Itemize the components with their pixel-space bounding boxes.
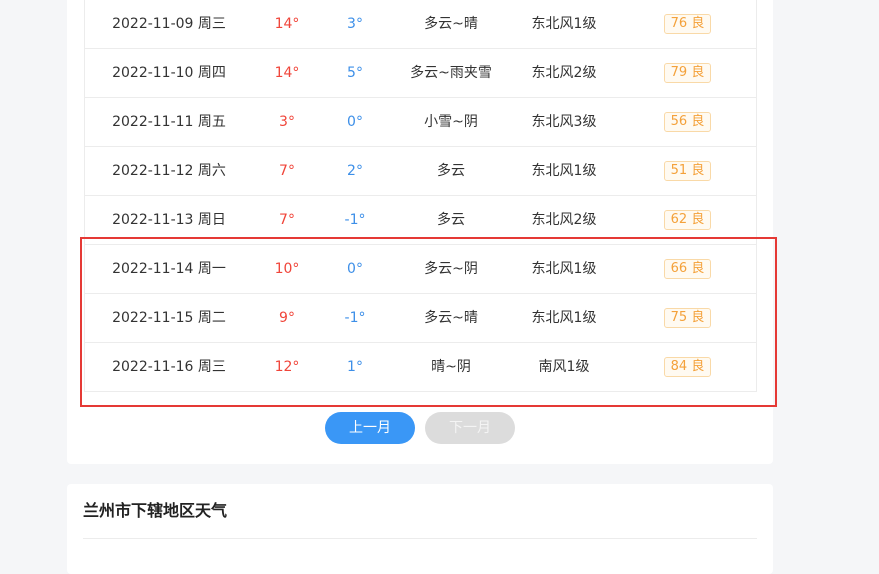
table-row: 2022-11-09 周三 14° 3° 多云~晴 东北风1级 76 良: [85, 0, 756, 49]
high-temp-cell: 7°: [279, 212, 295, 228]
weather-cell: 多云~雨夹雪: [410, 65, 492, 81]
low-temp-cell: -1°: [344, 310, 366, 326]
wind-cell: 东北风1级: [531, 261, 597, 277]
aqi-cell: 76 良: [615, 0, 760, 48]
date-cell: 2022-11-16 周三: [112, 359, 226, 375]
high-temp-cell: 9°: [279, 310, 295, 326]
high-temp-cell: 12°: [274, 359, 300, 375]
wind-cell: 东北风3级: [531, 114, 597, 130]
low-temp-cell: 3°: [347, 16, 363, 32]
high-temp-cell: 10°: [274, 261, 300, 277]
low-temp-cell: 0°: [347, 261, 363, 277]
aqi-badge: 79 良: [663, 63, 712, 83]
date-cell: 2022-11-15 周二: [112, 310, 226, 326]
date-cell: 2022-11-14 周一: [112, 261, 226, 277]
aqi-badge: 51 良: [663, 161, 712, 181]
table-row: 2022-11-10 周四 14° 5° 多云~雨夹雪 东北风2级 79 良: [85, 49, 756, 98]
weather-cell: 多云: [437, 163, 465, 179]
wind-cell: 南风1级: [538, 359, 590, 375]
low-temp-cell: 2°: [347, 163, 363, 179]
date-cell: 2022-11-13 周日: [112, 212, 226, 228]
low-temp-cell: 5°: [347, 65, 363, 81]
aqi-cell: 79 良: [615, 49, 760, 97]
table-row: 2022-11-11 周五 3° 0° 小雪~阴 东北风3级 56 良: [85, 98, 756, 147]
low-temp-cell: 0°: [347, 114, 363, 130]
table-row: 2022-11-12 周六 7° 2° 多云 东北风1级 51 良: [85, 147, 756, 196]
weather-table: 2022-11-09 周三 14° 3° 多云~晴 东北风1级 76 良 202…: [84, 0, 757, 392]
aqi-cell: 62 良: [615, 196, 760, 244]
wind-cell: 东北风2级: [531, 212, 597, 228]
date-cell: 2022-11-12 周六: [112, 163, 226, 179]
section-title: 兰州市下辖地区天气: [83, 501, 228, 520]
aqi-badge: 66 良: [663, 259, 712, 279]
weather-cell: 多云~晴: [424, 16, 478, 32]
table-row: 2022-11-16 周三 12° 1° 晴~阴 南风1级 84 良: [85, 343, 756, 392]
weather-cell: 多云: [437, 212, 465, 228]
date-cell: 2022-11-09 周三: [112, 16, 226, 32]
table-row: 2022-11-13 周日 7° -1° 多云 东北风2级 62 良: [85, 196, 756, 245]
aqi-badge: 56 良: [663, 112, 712, 132]
aqi-badge: 84 良: [663, 357, 712, 377]
next-month-button[interactable]: 下一月: [425, 412, 515, 444]
low-temp-cell: 1°: [347, 359, 363, 375]
weather-cell: 晴~阴: [431, 359, 471, 375]
aqi-cell: 66 良: [615, 245, 760, 293]
date-cell: 2022-11-11 周五: [112, 114, 226, 130]
weather-cell: 小雪~阴: [424, 114, 478, 130]
aqi-cell: 56 良: [615, 98, 760, 146]
aqi-badge: 75 良: [663, 308, 712, 328]
aqi-cell: 51 良: [615, 147, 760, 195]
high-temp-cell: 14°: [274, 65, 300, 81]
weather-cell: 多云~晴: [424, 310, 478, 326]
wind-cell: 东北风1级: [531, 163, 597, 179]
low-temp-cell: -1°: [344, 212, 366, 228]
date-cell: 2022-11-10 周四: [112, 65, 226, 81]
wind-cell: 东北风1级: [531, 310, 597, 326]
prev-month-button[interactable]: 上一月: [325, 412, 415, 444]
table-row: 2022-11-14 周一 10° 0° 多云~阴 东北风1级 66 良: [85, 245, 756, 294]
high-temp-cell: 14°: [274, 16, 300, 32]
high-temp-cell: 7°: [279, 163, 295, 179]
weather-cell: 多云~阴: [424, 261, 478, 277]
aqi-cell: 84 良: [615, 343, 760, 391]
aqi-cell: 75 良: [615, 294, 760, 342]
wind-cell: 东北风2级: [531, 65, 597, 81]
aqi-badge: 62 良: [663, 210, 712, 230]
wind-cell: 东北风1级: [531, 16, 597, 32]
district-weather-card: [67, 484, 773, 574]
divider: [83, 538, 757, 539]
high-temp-cell: 3°: [279, 114, 295, 130]
aqi-badge: 76 良: [663, 14, 712, 34]
table-row: 2022-11-15 周二 9° -1° 多云~晴 东北风1级 75 良: [85, 294, 756, 343]
